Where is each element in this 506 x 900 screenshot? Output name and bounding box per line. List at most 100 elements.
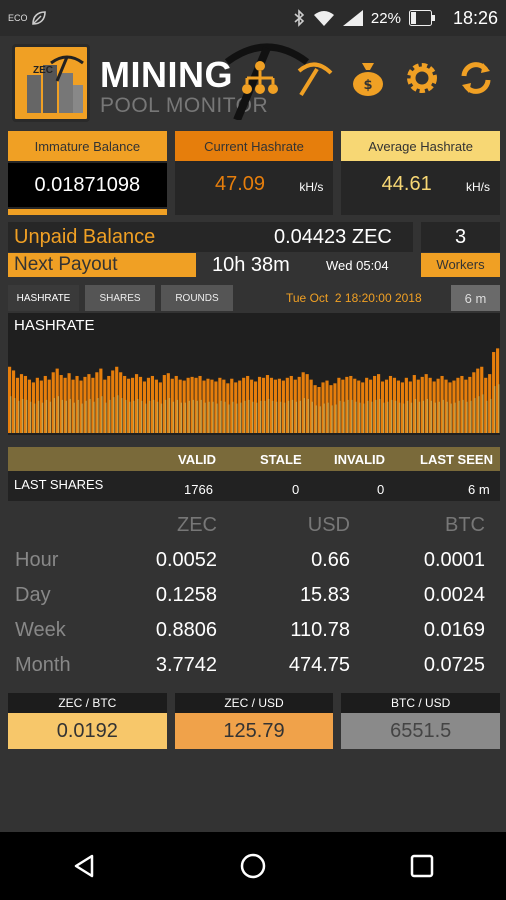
shares-stale: 0: [292, 482, 300, 497]
average-hashrate-bar: [430, 400, 432, 433]
rate-zec-btc[interactable]: ZEC / BTC 0.0192: [8, 693, 167, 749]
earnings-btc: 0.0725: [423, 654, 485, 676]
shares-valid: 1766: [184, 482, 213, 497]
rate-btc-usd[interactable]: BTC / USD 6551.5: [341, 693, 501, 749]
average-hashrate-bar: [160, 403, 163, 433]
current-hashrate-label: Current Hashrate: [174, 131, 334, 161]
average-hashrate-bar: [105, 402, 107, 433]
average-hashrate-bar: [454, 402, 456, 433]
average-hashrate-bar: [81, 403, 83, 433]
average-hashrate-bar: [335, 404, 337, 433]
average-hashrate-bar: [351, 399, 353, 433]
average-hashrate-bar: [263, 400, 266, 433]
average-hashrate-bar: [359, 402, 361, 433]
average-hashrate-bar: [184, 402, 186, 433]
average-hashrate-bar: [232, 401, 234, 433]
average-hashrate-bar: [136, 398, 139, 433]
average-hashrate-bar: [371, 401, 373, 433]
signal-icon: [342, 10, 363, 26]
average-hashrate-bar: [73, 402, 75, 433]
chart-tabs: HASHRATE SHARES ROUNDS Tue Oct 2 18:20:0…: [8, 285, 500, 311]
time-range-button[interactable]: 6 m: [451, 285, 500, 311]
average-hashrate-bar: [382, 402, 385, 433]
average-hashrate-bar: [303, 398, 305, 433]
average-hashrate-bar: [228, 404, 230, 433]
hashrate-chart-svg: [8, 348, 500, 433]
average-hashrate-bar: [204, 402, 206, 433]
tab-hashrate[interactable]: HASHRATE: [8, 285, 79, 311]
next-payout-label: Next Payout: [8, 253, 196, 277]
average-hashrate-bar: [140, 400, 143, 433]
average-hashrate-bar: [244, 400, 246, 433]
wifi-icon: [313, 11, 334, 26]
settings-gear-icon[interactable]: [402, 58, 442, 98]
average-hashrate-label: Average Hashrate: [341, 131, 501, 161]
status-bar: ECO 22% 18:26: [0, 0, 506, 36]
average-hashrate-bar: [168, 398, 171, 433]
earnings-row-label: Week: [15, 619, 66, 641]
average-hashrate-bar: [283, 402, 286, 433]
average-hashrate-bar: [311, 401, 313, 433]
average-hashrate-bar: [498, 384, 500, 433]
home-icon[interactable]: [239, 852, 267, 880]
average-hashrate-bar: [148, 400, 151, 433]
average-hashrate-bar: [279, 401, 282, 433]
average-hashrate-bar: [77, 399, 79, 433]
average-hashrate-bar: [398, 402, 401, 433]
average-hashrate-bar: [248, 399, 250, 433]
average-hashrate-bar: [470, 400, 472, 433]
col-zec: ZEC: [177, 514, 217, 536]
average-hashrate-bar: [331, 405, 333, 433]
battery-percent: 22%: [370, 9, 401, 27]
average-hashrate-bar: [414, 398, 417, 433]
rate-zec-usd[interactable]: ZEC / USD 125.79: [174, 693, 334, 749]
workers-tree-icon[interactable]: [240, 58, 280, 98]
refresh-icon[interactable]: [456, 58, 496, 98]
current-hashrate-card[interactable]: Current Hashrate 47.09 kH/s: [174, 131, 334, 215]
average-hashrate-bar: [109, 399, 111, 433]
tab-shares[interactable]: SHARES: [85, 285, 155, 311]
workers-count: 3: [454, 226, 467, 248]
average-hashrate-bar: [176, 399, 179, 433]
average-hashrate-bar: [390, 399, 393, 433]
average-hashrate-card[interactable]: Average Hashrate 44.61 kH/s: [341, 131, 501, 215]
average-hashrate-bar: [466, 401, 468, 433]
average-hashrate-bar: [490, 398, 492, 433]
average-hashrate-bar: [462, 399, 464, 433]
col-btc: BTC: [445, 514, 485, 536]
next-payout-date: Wed 05:04: [326, 258, 389, 273]
average-hashrate-bar: [386, 401, 389, 433]
average-hashrate-bar: [295, 401, 298, 433]
average-hashrate-bar: [180, 402, 182, 433]
back-icon[interactable]: [70, 852, 98, 880]
app-header: ZEC MINING POOL MONITOR $: [0, 40, 506, 126]
summary-cards: Immature Balance 0.01871098 Current Hash…: [8, 131, 501, 215]
hashrate-chart: HASHRATE: [8, 313, 500, 435]
average-hashrate-bar: [240, 402, 242, 433]
rate-value: 6551.5: [341, 713, 501, 749]
average-hashrate-bar: [200, 399, 202, 433]
earnings-row-label: Day: [15, 584, 51, 606]
average-hashrate-bar: [378, 398, 381, 433]
average-hashrate-bar: [45, 399, 48, 433]
average-hashrate-bar: [347, 399, 349, 433]
header-invalid: INVALID: [334, 452, 386, 467]
average-hashrate-bar: [442, 399, 444, 433]
pickaxe-icon[interactable]: [294, 58, 334, 98]
average-hashrate-bar: [29, 401, 32, 433]
average-hashrate-bar: [255, 402, 258, 433]
rate-label: BTC / USD: [341, 693, 501, 713]
average-hashrate-bar: [287, 400, 290, 433]
money-bag-icon[interactable]: $: [348, 58, 388, 98]
workers-button[interactable]: Workers: [421, 253, 500, 277]
recents-icon[interactable]: [408, 852, 436, 880]
immature-balance-card[interactable]: Immature Balance 0.01871098: [8, 131, 167, 215]
average-hashrate-bar: [13, 398, 16, 433]
average-hashrate-bar: [375, 399, 377, 433]
average-hashrate-bar: [208, 401, 210, 433]
average-hashrate-bar: [319, 406, 321, 433]
average-hashrate-bar: [446, 401, 448, 433]
average-hashrate-bar: [367, 400, 369, 433]
tab-rounds[interactable]: ROUNDS: [161, 285, 233, 311]
average-hashrate-bar: [192, 399, 194, 433]
